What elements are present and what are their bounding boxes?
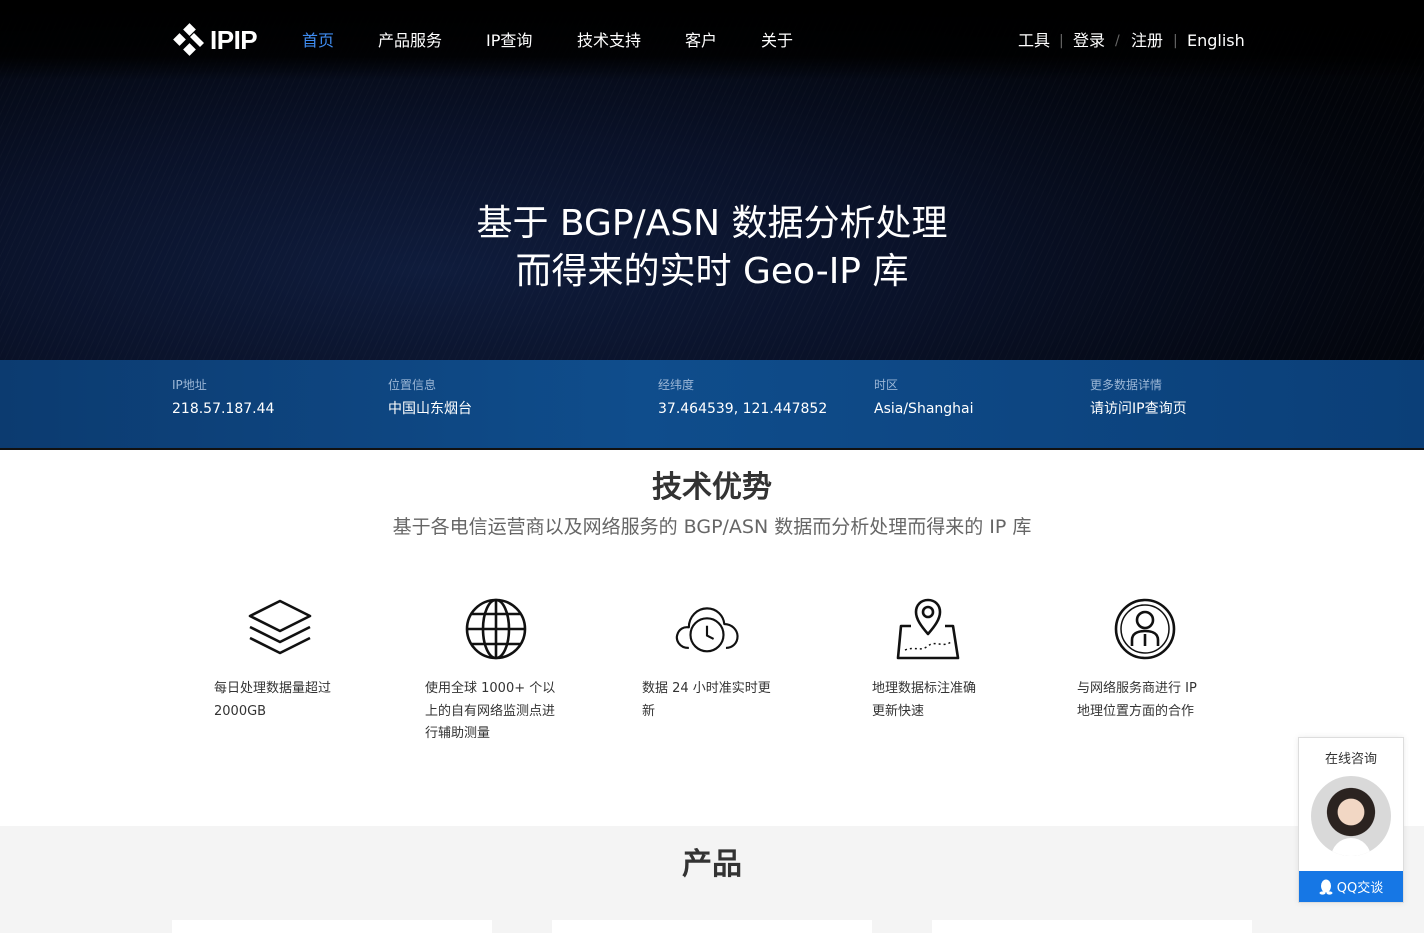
consult-title: 在线咨询 bbox=[1324, 752, 1377, 767]
feature-text: 使用全球 1000+ 个以 上的自有网络监测点进 行辅助测量 bbox=[425, 678, 595, 746]
logo-text: IPIP bbox=[210, 24, 258, 55]
timezone-value: Asia/Shanghai bbox=[874, 401, 974, 417]
online-consult-widget: 在线咨询 QQ交谈 bbox=[1298, 737, 1404, 903]
nav-item-ip-lookup[interactable]: IP查询 bbox=[486, 30, 532, 52]
logo[interactable]: IPIP bbox=[172, 22, 258, 58]
feature-text-line: 更新快速 bbox=[872, 703, 925, 719]
location-label: 位置信息 bbox=[388, 378, 437, 392]
feature-text: 地理数据标注准确 更新快速 bbox=[872, 678, 1042, 723]
divider: | bbox=[1059, 33, 1064, 49]
feature-text-line: 新 bbox=[642, 703, 656, 719]
hero-headline: 基于 BGP/ASN 数据分析处理 而得来的实时 Geo-IP 库 bbox=[0, 200, 1424, 296]
nav-item-support[interactable]: 技术支持 bbox=[577, 30, 641, 52]
language-switch-link[interactable]: English bbox=[1187, 30, 1245, 52]
ip-address-item: IP地址 218.57.187.44 bbox=[172, 376, 274, 420]
divider: | bbox=[1173, 33, 1178, 49]
more-details-label: 更多数据详情 bbox=[1090, 378, 1163, 392]
product-card[interactable] bbox=[552, 920, 872, 933]
cloud-clock-icon bbox=[675, 607, 739, 653]
hero-banner: IPIP 首页 产品服务 IP查询 技术支持 客户 关于 工具 | 登录 / 注… bbox=[0, 0, 1424, 360]
feature-text-line: 行辅助测量 bbox=[425, 726, 491, 741]
map-pin-icon bbox=[896, 598, 960, 660]
feature-text: 每日处理数据量超过 2000GB bbox=[214, 678, 384, 723]
qq-chat-button[interactable]: QQ交谈 bbox=[1299, 871, 1403, 902]
nav-item-about[interactable]: 关于 bbox=[761, 30, 793, 52]
register-link[interactable]: 注册 bbox=[1131, 30, 1163, 52]
feature-item: 数据 24 小时准实时更 新 bbox=[642, 596, 771, 719]
feature-text-line: 地理位置方面的合作 bbox=[1077, 703, 1195, 719]
timezone-item: 时区 Asia/Shanghai bbox=[874, 376, 974, 420]
coordinates-label: 经纬度 bbox=[658, 378, 695, 392]
advantages-title: 技术优势 bbox=[652, 470, 772, 505]
globe-icon bbox=[465, 598, 527, 660]
consultant-avatar bbox=[1311, 776, 1391, 856]
qq-penguin-icon bbox=[1319, 879, 1333, 895]
coordinates-value: 37.464539, 121.447852 bbox=[658, 401, 828, 417]
layers-icon bbox=[248, 599, 312, 655]
advantages-subtitle: 基于各电信运营商以及网络服务的 BGP/ASN 数据而分析处理而得来的 IP 库 bbox=[392, 516, 1032, 538]
logo-mark-icon bbox=[173, 23, 204, 56]
feature-item: 与网络服务商进行 IP 地理位置方面的合作 bbox=[1077, 596, 1197, 719]
feature-text-line: 每日处理数据量超过 bbox=[214, 681, 332, 696]
login-link[interactable]: 登录 bbox=[1073, 30, 1105, 52]
ip-address-label: IP地址 bbox=[172, 378, 207, 392]
feature-text: 数据 24 小时准实时更 新 bbox=[642, 678, 812, 723]
feature-text: 与网络服务商进行 IP 地理位置方面的合作 bbox=[1077, 678, 1247, 723]
feature-text-line: 数据 24 小时准实时更 bbox=[642, 681, 771, 696]
feature-text-line: 使用全球 1000+ 个以 bbox=[425, 681, 556, 696]
qq-chat-label: QQ交谈 bbox=[1336, 881, 1384, 896]
nav-item-customers[interactable]: 客户 bbox=[685, 30, 717, 52]
feature-text-line: 与网络服务商进行 IP bbox=[1077, 681, 1197, 696]
top-navigation-bar: IPIP 首页 产品服务 IP查询 技术支持 客户 关于 工具 | 登录 / 注… bbox=[0, 0, 1424, 80]
hero-headline-line2: 而得来的实时 Geo-IP 库 bbox=[515, 251, 909, 292]
coordinates-item: 经纬度 37.464539, 121.447852 bbox=[658, 376, 827, 420]
ip-info-strip: IP地址 218.57.187.44 位置信息 中国山东烟台 经纬度 37.46… bbox=[0, 360, 1424, 450]
feature-text-line: 2000GB bbox=[214, 703, 267, 719]
timezone-label: 时区 bbox=[874, 378, 899, 392]
hero-headline-line1: 基于 BGP/ASN 数据分析处理 bbox=[476, 203, 948, 244]
products-title: 产品 bbox=[682, 847, 742, 882]
product-card[interactable] bbox=[172, 920, 492, 933]
feature-text-line: 上的自有网络监测点进 bbox=[425, 703, 556, 719]
feature-item: 每日处理数据量超过 2000GB bbox=[214, 596, 331, 719]
location-item: 位置信息 中国山东烟台 bbox=[388, 376, 472, 420]
tools-link[interactable]: 工具 bbox=[1018, 30, 1050, 52]
product-card[interactable] bbox=[932, 920, 1252, 933]
feature-item: 使用全球 1000+ 个以 上的自有网络监测点进 行辅助测量 bbox=[425, 596, 555, 741]
user-circle-icon bbox=[1114, 598, 1176, 660]
feature-text-line: 地理数据标注准确 bbox=[872, 681, 977, 696]
divider: / bbox=[1115, 33, 1120, 49]
ip-lookup-page-link[interactable]: 请访问IP查询页 bbox=[1090, 398, 1187, 420]
ip-address-value: 218.57.187.44 bbox=[172, 401, 275, 417]
nav-item-home[interactable]: 首页 bbox=[302, 30, 334, 52]
nav-item-products[interactable]: 产品服务 bbox=[378, 30, 442, 52]
more-details-item: 更多数据详情 请访问IP查询页 bbox=[1090, 376, 1187, 420]
location-value: 中国山东烟台 bbox=[388, 401, 472, 417]
feature-item: 地理数据标注准确 更新快速 bbox=[872, 596, 976, 719]
